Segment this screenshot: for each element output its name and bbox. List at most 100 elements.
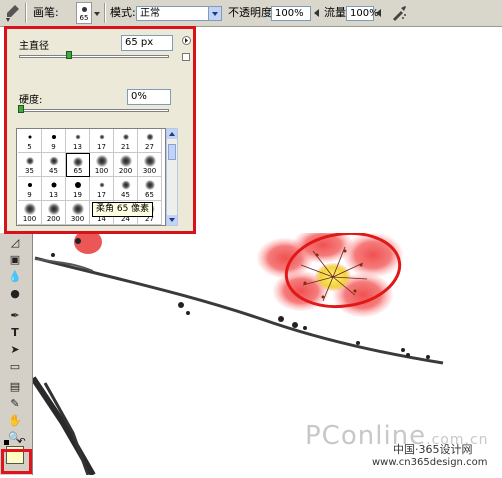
brush-preset[interactable]: 45: [114, 177, 138, 201]
brush-preset-size: 5: [27, 143, 32, 151]
hardness-field[interactable]: 0%: [127, 89, 171, 105]
brush-preset-size: 100: [22, 215, 37, 223]
flow-arrow-icon[interactable]: [374, 6, 383, 21]
brush-tip-icon: [121, 180, 130, 190]
brush-preset[interactable]: 35: [18, 153, 42, 177]
plum-flower: [257, 227, 403, 317]
brush-preset[interactable]: 13: [66, 129, 90, 153]
brush-preset[interactable]: 300: [138, 153, 162, 177]
brush-preset-size: 35: [25, 167, 34, 175]
brush-size-readout: 65: [79, 14, 89, 22]
dodge-icon[interactable]: ●: [8, 287, 22, 301]
pen-icon[interactable]: ✒: [8, 309, 22, 323]
opacity-field[interactable]: 100%: [271, 6, 311, 21]
hand-icon[interactable]: ✋: [8, 414, 22, 428]
brush-picker-arrow-icon[interactable]: [93, 6, 101, 21]
preset-scrollbar[interactable]: [166, 128, 178, 226]
brush-tip-icon: [28, 135, 31, 139]
brush-preset[interactable]: 65: [66, 153, 90, 177]
master-diameter-field[interactable]: 65 px: [121, 35, 173, 51]
airbrush-icon[interactable]: [390, 4, 408, 22]
brush-preset[interactable]: 9: [18, 177, 42, 201]
brush-tip-icon: [75, 134, 80, 140]
brush-tip-icon: [47, 203, 60, 215]
brush-tip-icon: [23, 203, 36, 215]
brush-dot-icon: [82, 7, 87, 12]
brush-preset[interactable]: 300: [66, 201, 90, 225]
brush-preset-size: 27: [145, 143, 154, 151]
gradient-icon[interactable]: ▣: [8, 253, 22, 267]
brush-preset-size: 13: [73, 143, 82, 151]
brush-tip-icon: [27, 183, 32, 187]
brush-tip-icon: [119, 155, 132, 167]
diameter-slider-thumb[interactable]: [65, 51, 72, 59]
brush-preset[interactable]: 65: [138, 177, 162, 201]
brush-preset[interactable]: 100: [18, 201, 42, 225]
opacity-arrow-icon[interactable]: [312, 6, 321, 21]
brush-preset-size: 17: [97, 143, 106, 151]
brush-preset[interactable]: 200: [42, 201, 66, 225]
diameter-slider-track[interactable]: [19, 55, 169, 58]
brush-preset-size: 300: [142, 167, 157, 175]
brush-preset[interactable]: 17: [90, 177, 114, 201]
brush-tip-icon: [51, 182, 56, 188]
brush-preset[interactable]: 100: [90, 153, 114, 177]
brush-preset-size: 65: [145, 191, 154, 199]
default-colors-icon[interactable]: [4, 440, 9, 445]
brush-preview[interactable]: 65: [76, 2, 92, 24]
brush-preset-size: 65: [73, 167, 83, 175]
hardness-slider-track[interactable]: [19, 109, 169, 112]
brush-preset[interactable]: 17: [90, 129, 114, 153]
path-selection-icon[interactable]: ➤: [8, 343, 22, 357]
separator: [25, 3, 27, 23]
brush-tip-icon: [74, 182, 81, 188]
chevron-down-icon: [208, 7, 221, 20]
brush-preset-size: 13: [49, 191, 58, 199]
type-icon[interactable]: T: [8, 326, 22, 340]
scrollbar-thumb[interactable]: [168, 144, 176, 160]
brush-tip-icon: [25, 157, 34, 165]
brush-preset-size: 300: [70, 215, 85, 223]
brush-preset-size: 45: [49, 167, 58, 175]
brush-label: 画笔:: [33, 6, 59, 19]
brush-preset[interactable]: 9: [42, 129, 66, 153]
opacity-label: 不透明度:: [228, 6, 276, 19]
brush-preset[interactable]: 13: [42, 177, 66, 201]
options-bar: 画笔: 65 模式: 正常 不透明度: 100% 流量: 100%: [0, 0, 502, 27]
brush-preset[interactable]: 200: [114, 153, 138, 177]
separator: [104, 3, 106, 23]
brush-tip-icon: [99, 182, 104, 188]
hardness-slider-thumb[interactable]: [18, 105, 24, 113]
brush-tip-icon: [146, 133, 153, 141]
mode-label: 模式:: [110, 6, 136, 19]
brush-preset[interactable]: 5: [18, 129, 42, 153]
brush-preset[interactable]: 21: [114, 129, 138, 153]
new-preset-icon[interactable]: [182, 53, 190, 61]
brush-preset-size: 17: [97, 191, 106, 199]
brush-preset[interactable]: 45: [42, 153, 66, 177]
watermark-cn-site: 中国·365设计网: [393, 443, 473, 456]
rectangle-shape-icon[interactable]: ▭: [8, 360, 22, 374]
flyout-menu-icon[interactable]: [182, 36, 191, 45]
brush-preset[interactable]: 19: [66, 177, 90, 201]
hardness-label: 硬度:: [19, 95, 43, 106]
scroll-down-icon[interactable]: [167, 215, 177, 225]
notes-icon[interactable]: ▤: [8, 380, 22, 394]
brush-preset[interactable]: 27: [138, 129, 162, 153]
swatch-highlight-box: [1, 449, 32, 474]
blur-icon[interactable]: 💧: [8, 270, 22, 284]
eraser-icon[interactable]: ◿: [8, 236, 22, 250]
brush-preset-size: 100: [94, 167, 109, 175]
brush-preset-picker: 主直径 65 px 硬度: 0% 5 9 13 17 21 27 35 45 65 100 200 3…: [4, 26, 196, 234]
brush-tip-icon: [71, 203, 84, 215]
brush-tool-preset-icon[interactable]: [3, 3, 21, 23]
scroll-up-icon[interactable]: [167, 129, 177, 139]
master-diameter-label: 主直径: [19, 41, 49, 52]
watermark-url: www.cn365design.com: [372, 457, 488, 468]
eyedropper-icon[interactable]: ✎: [8, 397, 22, 411]
brush-tip-icon: [122, 134, 129, 140]
brush-tip-icon: [51, 135, 56, 139]
flow-field[interactable]: 100%: [346, 6, 379, 21]
brush-preset-size: 9: [51, 143, 56, 151]
mode-select[interactable]: 正常: [136, 6, 222, 21]
